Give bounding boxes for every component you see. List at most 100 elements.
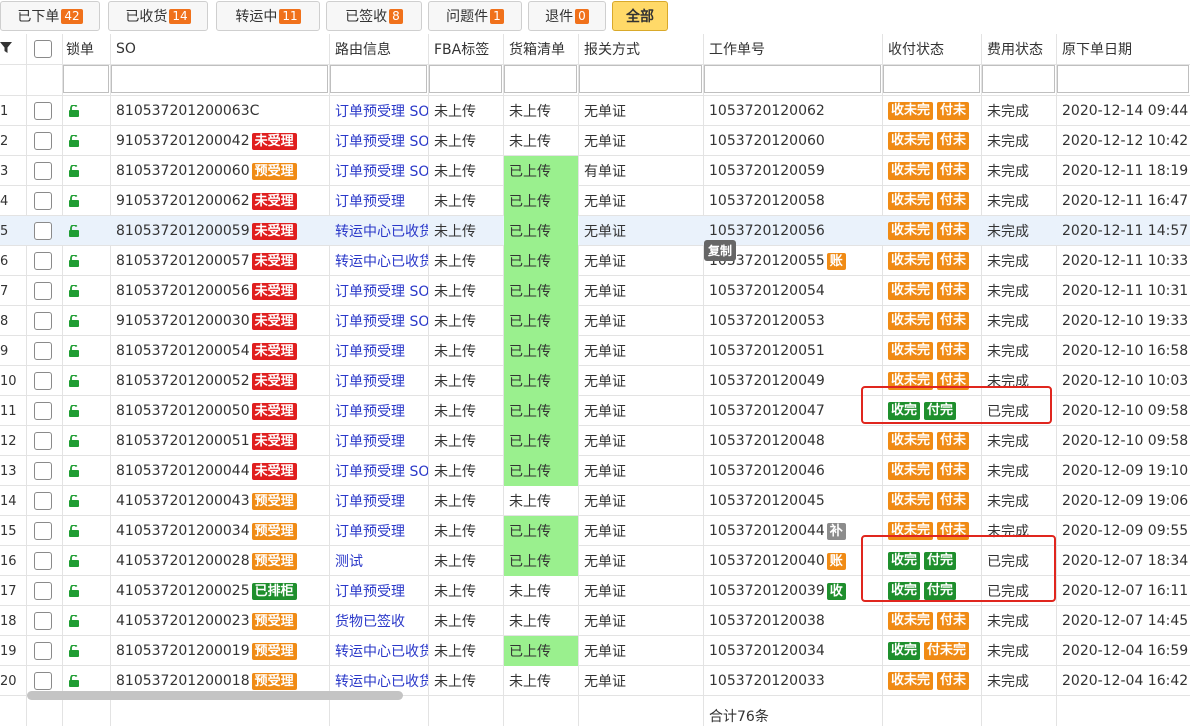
column-header[interactable]: FBA标签 xyxy=(428,34,503,64)
tab-3[interactable]: 已签收 8 xyxy=(326,1,422,31)
route-link[interactable]: 订单预受理 SO xyxy=(335,161,428,181)
tab-label: 退件 xyxy=(545,9,574,25)
column-filter-input[interactable] xyxy=(63,65,109,93)
customs-method: 无单证 xyxy=(584,434,626,450)
column-filter-input[interactable] xyxy=(704,65,881,93)
tab-4[interactable]: 问题件 1 xyxy=(428,1,522,31)
select-all-checkbox[interactable] xyxy=(34,40,52,58)
tab-6[interactable]: 全部 xyxy=(612,1,668,31)
column-header[interactable]: 原下单日期 xyxy=(1056,34,1190,64)
route-link[interactable]: 订单预受理 xyxy=(335,521,405,541)
box-list-status: 已上传 xyxy=(509,524,551,540)
column-filter-input[interactable] xyxy=(111,65,328,93)
route-link[interactable]: 订单预受理 xyxy=(335,371,405,391)
route-link[interactable]: 订单预受理 xyxy=(335,431,405,451)
unlocked-padlock-icon[interactable] xyxy=(68,495,80,507)
unlocked-padlock-icon[interactable] xyxy=(68,105,80,117)
column-header[interactable]: 收付状态 xyxy=(882,34,981,64)
row-checkbox[interactable] xyxy=(34,102,52,120)
row-checkbox[interactable] xyxy=(34,552,52,570)
column-header[interactable]: 货箱清单 xyxy=(503,34,578,64)
unlocked-padlock-icon[interactable] xyxy=(68,375,80,387)
order-status-badge: 已排柜 xyxy=(251,582,297,600)
row-checkbox[interactable] xyxy=(34,222,52,240)
unlocked-padlock-icon[interactable] xyxy=(68,345,80,357)
copy-tooltip[interactable]: 复制 xyxy=(704,240,737,261)
unlocked-padlock-icon[interactable] xyxy=(68,165,80,177)
row-checkbox[interactable] xyxy=(34,162,52,180)
route-link[interactable]: 订单预受理 SO xyxy=(335,461,428,481)
column-header[interactable]: 锁单 xyxy=(62,34,110,64)
route-link[interactable]: 订单预受理 SO xyxy=(335,311,428,331)
filter-icon[interactable] xyxy=(0,42,12,54)
unlocked-padlock-icon[interactable] xyxy=(68,255,80,267)
payment-status-pill: 收未完 xyxy=(888,612,934,630)
order-status-badge: 未受理 xyxy=(251,372,297,390)
route-link[interactable]: 订单预受理 SO xyxy=(335,101,428,121)
column-header[interactable]: 路由信息 xyxy=(329,34,428,64)
tab-2[interactable]: 转运中 11 xyxy=(216,1,320,31)
route-link[interactable]: 订单预受理 xyxy=(335,491,405,511)
column-filter-input[interactable] xyxy=(1057,65,1189,93)
unlocked-padlock-icon[interactable] xyxy=(68,135,80,147)
order-status-badge: 未受理 xyxy=(251,432,297,450)
row-checkbox[interactable] xyxy=(34,282,52,300)
tab-5[interactable]: 退件 0 xyxy=(528,1,606,31)
row-checkbox[interactable] xyxy=(34,522,52,540)
column-filter-input[interactable] xyxy=(504,65,577,93)
horizontal-scrollbar[interactable] xyxy=(27,691,403,700)
unlocked-padlock-icon[interactable] xyxy=(68,585,80,597)
unlocked-padlock-icon[interactable] xyxy=(68,315,80,327)
column-filter-input[interactable] xyxy=(982,65,1055,93)
route-link[interactable]: 货物已签收 xyxy=(335,611,405,631)
row-checkbox[interactable] xyxy=(34,642,52,660)
customs-method: 无单证 xyxy=(584,194,626,210)
column-filter-input[interactable] xyxy=(429,65,502,93)
row-checkbox[interactable] xyxy=(34,612,52,630)
route-link[interactable]: 转运中心已收货 xyxy=(335,641,428,661)
route-link[interactable]: 订单预受理 SO xyxy=(335,131,428,151)
unlocked-padlock-icon[interactable] xyxy=(68,435,80,447)
row-checkbox[interactable] xyxy=(34,342,52,360)
box-list-status: 未上传 xyxy=(509,674,551,690)
unlocked-padlock-icon[interactable] xyxy=(68,465,80,477)
route-link[interactable]: 转运中心已收货 xyxy=(335,671,428,691)
row-checkbox[interactable] xyxy=(34,252,52,270)
row-checkbox[interactable] xyxy=(34,432,52,450)
route-link[interactable]: 转运中心已收货 xyxy=(335,251,428,271)
row-checkbox[interactable] xyxy=(34,312,52,330)
route-link[interactable]: 转运中心已收货 xyxy=(335,221,428,241)
route-link[interactable]: 订单预受理 xyxy=(335,401,405,421)
unlocked-padlock-icon[interactable] xyxy=(68,645,80,657)
column-filter-input[interactable] xyxy=(330,65,427,93)
unlocked-padlock-icon[interactable] xyxy=(68,525,80,537)
column-header[interactable]: 工作单号 xyxy=(703,34,882,64)
route-link[interactable]: 订单预受理 xyxy=(335,581,405,601)
row-checkbox[interactable] xyxy=(34,192,52,210)
unlocked-padlock-icon[interactable] xyxy=(68,555,80,567)
unlocked-padlock-icon[interactable] xyxy=(68,225,80,237)
unlocked-padlock-icon[interactable] xyxy=(68,285,80,297)
column-header[interactable]: SO xyxy=(110,34,329,64)
unlocked-padlock-icon[interactable] xyxy=(68,405,80,417)
row-checkbox[interactable] xyxy=(34,582,52,600)
route-link[interactable]: 订单预受理 SO xyxy=(335,281,428,301)
row-checkbox[interactable] xyxy=(34,402,52,420)
unlocked-padlock-icon[interactable] xyxy=(68,675,80,687)
column-filter-input[interactable] xyxy=(883,65,980,93)
column-header[interactable]: 报关方式 xyxy=(578,34,703,64)
tab-1[interactable]: 已收货 14 xyxy=(108,1,208,31)
column-header[interactable]: 费用状态 xyxy=(981,34,1056,64)
route-link[interactable]: 订单预受理 xyxy=(335,191,405,211)
route-link[interactable]: 测试 xyxy=(335,551,363,571)
row-checkbox[interactable] xyxy=(34,132,52,150)
column-filter-input[interactable] xyxy=(579,65,702,93)
route-link[interactable]: 订单预受理 xyxy=(335,341,405,361)
row-checkbox[interactable] xyxy=(34,462,52,480)
row-checkbox[interactable] xyxy=(34,492,52,510)
row-checkbox[interactable] xyxy=(34,372,52,390)
row-checkbox[interactable] xyxy=(34,672,52,690)
unlocked-padlock-icon[interactable] xyxy=(68,615,80,627)
tab-0[interactable]: 已下单 42 xyxy=(0,1,100,31)
unlocked-padlock-icon[interactable] xyxy=(68,195,80,207)
